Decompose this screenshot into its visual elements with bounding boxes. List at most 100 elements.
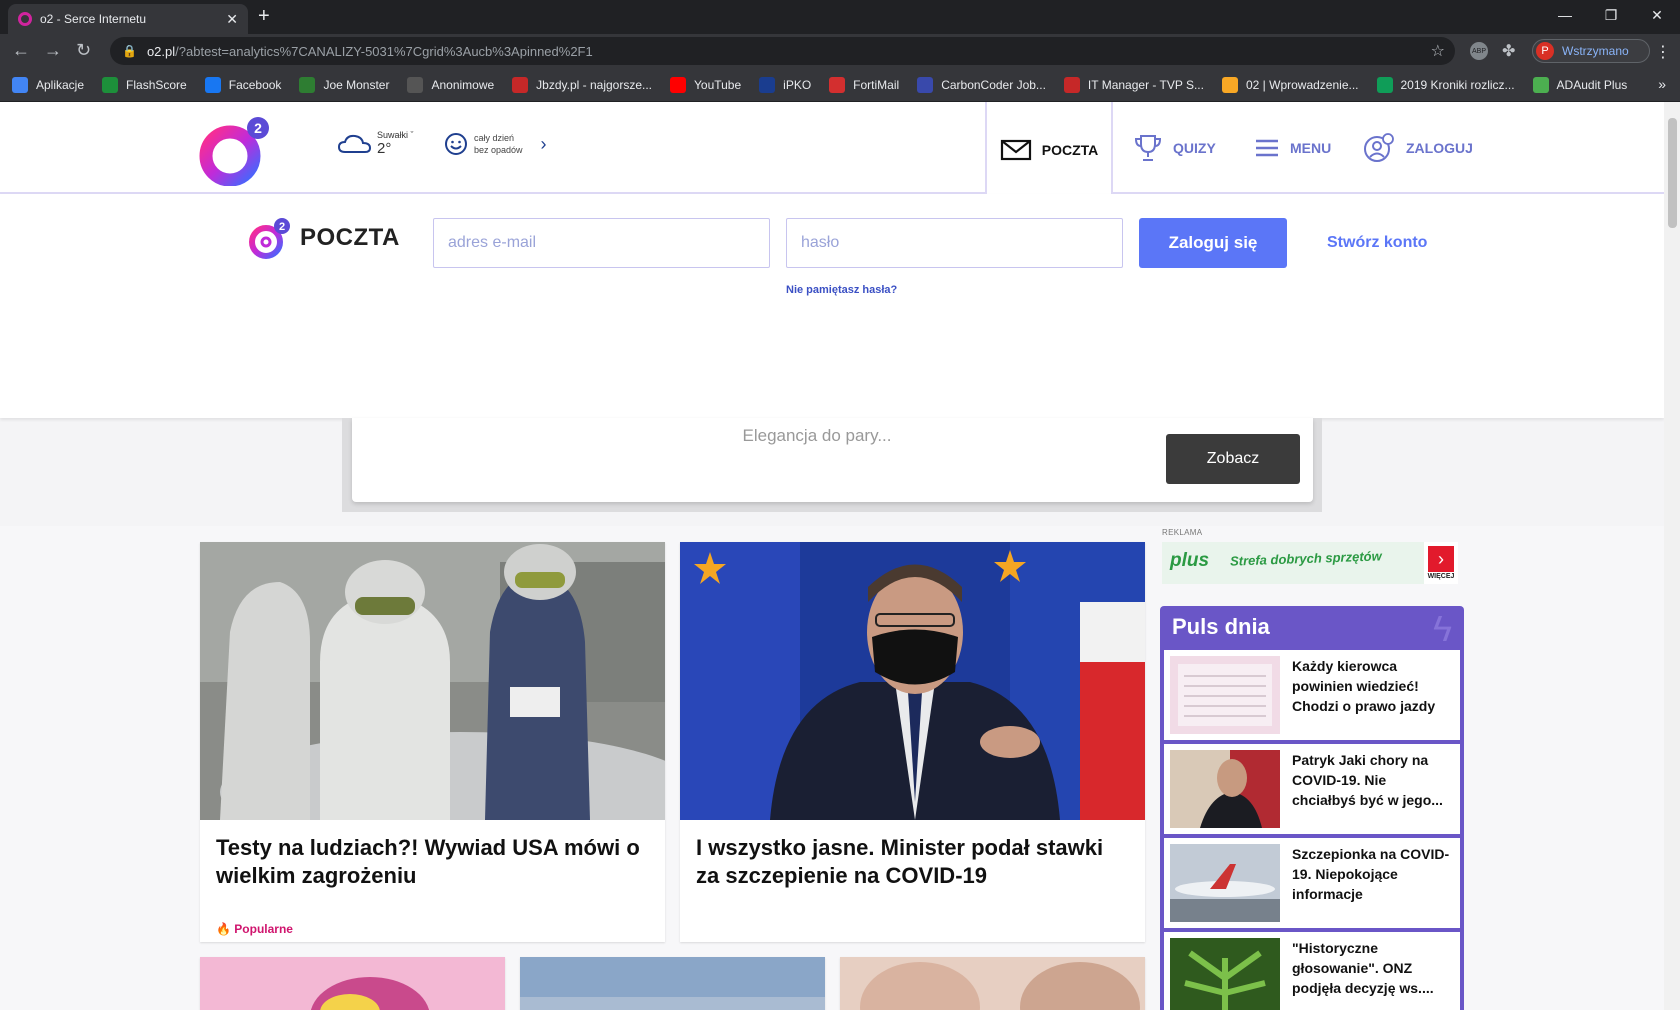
bookmark-item[interactable]: 2019 Kroniki rozlicz... xyxy=(1376,76,1515,93)
nav-menu[interactable]: MENU xyxy=(1254,102,1331,194)
scrollbar-thumb[interactable] xyxy=(1668,118,1677,228)
profile-button[interactable]: P Wstrzymano xyxy=(1532,39,1650,63)
forgot-password-link[interactable]: Nie pamiętasz hasła? xyxy=(786,284,897,296)
bookmark-star-icon[interactable]: ☆ xyxy=(1431,41,1445,61)
page-scrollbar[interactable] xyxy=(1664,102,1680,1010)
bookmark-favicon-icon xyxy=(102,76,119,93)
puls-text: Każdy kierowca powinien wiedzieć! Chodzi… xyxy=(1292,658,1436,714)
email-field[interactable] xyxy=(433,218,770,268)
bookmark-item[interactable]: Aplikacje xyxy=(12,76,85,93)
nav-quizy[interactable]: QUIZY xyxy=(1133,102,1216,194)
bookmark-favicon-icon xyxy=(12,76,28,93)
puls-title: Puls dnia xyxy=(1172,614,1270,639)
article-card[interactable] xyxy=(200,957,505,1010)
weather-temp: 2° xyxy=(377,140,392,157)
envelope-icon xyxy=(1000,139,1031,161)
bookmark-label: Facebook xyxy=(228,77,282,92)
bookmark-item[interactable]: CarbonCoder Job... xyxy=(917,76,1046,93)
extensions-puzzle-icon[interactable]: ✤ xyxy=(1502,41,1515,61)
login-button[interactable]: Zaloguj się xyxy=(1139,218,1287,268)
forecast-text: cały dzień bez opadów xyxy=(474,133,523,155)
puls-item[interactable]: Szczepionka na COVID-19. Niepokojące inf… xyxy=(1164,838,1460,928)
bookmark-favicon-icon xyxy=(1532,76,1549,93)
bookmark-favicon-icon xyxy=(512,76,529,93)
password-field[interactable] xyxy=(786,218,1123,268)
bookmark-item[interactable]: ADAudit Plus xyxy=(1532,76,1627,93)
article-card[interactable]: I wszystko jasne. Minister podał stawki … xyxy=(680,542,1145,942)
bookmark-item[interactable]: Anonimowe xyxy=(407,76,495,93)
article-card[interactable] xyxy=(520,957,825,1010)
nav-zaloguj-label: ZALOGUJ xyxy=(1406,140,1473,156)
o2-logo[interactable]: 2 xyxy=(198,114,274,186)
bookmark-item[interactable]: FortiMail xyxy=(829,76,900,93)
article-photo-minister[interactable] xyxy=(680,542,1145,820)
ad-see-button[interactable]: Zobacz xyxy=(1166,434,1300,484)
hamburger-icon xyxy=(1256,139,1278,157)
svg-text:2: 2 xyxy=(254,120,262,136)
bookmark-item[interactable]: 02 | Wprowadzenie... xyxy=(1221,76,1359,93)
ad-more-button[interactable]: › WIĘCEJ xyxy=(1424,542,1458,584)
bookmark-label: Jbzdy.pl - najgorsze... xyxy=(536,77,652,92)
puls-item[interactable]: Każdy kierowca powinien wiedzieć! Chodzi… xyxy=(1164,650,1460,740)
bookmark-item[interactable]: Facebook xyxy=(204,76,282,93)
back-icon[interactable]: ← xyxy=(12,40,30,61)
bookmark-label: Anonimowe xyxy=(431,77,495,92)
article-photo-sky[interactable] xyxy=(520,957,825,1010)
create-account-link[interactable]: Stwórz konto xyxy=(1327,234,1427,252)
bookmark-favicon-icon xyxy=(670,76,686,93)
nav-zaloguj[interactable]: ZALOGUJ xyxy=(1362,102,1473,194)
bookmark-item[interactable]: Jbzdy.pl - najgorsze... xyxy=(512,76,652,93)
bookmark-label: FortiMail xyxy=(853,77,900,92)
bookmark-favicon-icon xyxy=(1376,76,1393,93)
smiley-icon xyxy=(445,133,467,155)
bookmark-item[interactable]: iPKO xyxy=(759,76,811,93)
ad-more-label: WIĘCEJ xyxy=(1427,573,1455,580)
ad-label: REKLAMA xyxy=(1162,528,1203,537)
nav-poczta[interactable]: POCZTA xyxy=(985,102,1113,198)
forecast-widget[interactable]: cały dzień bez opadów › xyxy=(444,132,547,156)
article-photo-lab[interactable] xyxy=(200,542,665,820)
svg-text:2: 2 xyxy=(279,221,285,233)
article-photo-virus[interactable] xyxy=(200,957,505,1010)
browser-tab[interactable]: o2 - Serce Internetu ✕ xyxy=(8,4,248,34)
bookmark-label: FlashScore xyxy=(126,77,187,92)
bookmark-item[interactable]: IT Manager - TVP S... xyxy=(1063,76,1204,93)
tab-close-icon[interactable]: ✕ xyxy=(226,11,238,28)
restore-icon[interactable]: ❐ xyxy=(1588,0,1634,30)
address-bar[interactable]: 🔒 o2.pl/?abtest=analytics%7CANALIZY-5031… xyxy=(110,37,1455,65)
article-card[interactable] xyxy=(840,957,1145,1010)
chevron-down-icon[interactable]: ˇ xyxy=(411,130,414,140)
browser-menu-icon[interactable]: ⋮ xyxy=(1655,42,1671,62)
puls-thumb[interactable] xyxy=(1170,750,1280,828)
puls-item[interactable]: Patryk Jaki chory na COVID-19. Nie chcia… xyxy=(1164,744,1460,834)
bookmark-item[interactable]: Joe Monster xyxy=(299,76,389,93)
bookmark-label: 02 | Wprowadzenie... xyxy=(1245,77,1359,92)
plus-ad-banner[interactable]: plus Strefa dobrych sprzętów › WIĘCEJ xyxy=(1162,542,1458,584)
plus-ad-text: Strefa dobrych sprzętów xyxy=(1229,548,1382,569)
forward-icon[interactable]: → xyxy=(44,40,62,61)
puls-thumb[interactable] xyxy=(1170,844,1280,922)
window-close-icon[interactable]: ✕ xyxy=(1634,0,1680,30)
bookmarks-overflow-icon[interactable]: » xyxy=(1658,76,1666,92)
puls-thumb[interactable] xyxy=(1170,656,1280,734)
ad-strip: Elegancja do pary... Zobacz xyxy=(342,418,1322,512)
new-tab-icon[interactable]: + xyxy=(258,5,270,28)
trophy-icon xyxy=(1134,135,1162,161)
ad-box[interactable]: Elegancja do pary... Zobacz xyxy=(352,418,1313,502)
chevron-right-icon[interactable]: › xyxy=(541,134,547,155)
poczta-logo: 2 POCZTA xyxy=(248,216,400,260)
reload-icon[interactable]: ↻ xyxy=(76,40,91,61)
puls-thumb[interactable] xyxy=(1170,938,1280,1010)
weather-widget[interactable]: Suwałki ˇ 2° xyxy=(337,130,414,157)
bookmark-label: Aplikacje xyxy=(36,77,85,92)
article-photo-faces[interactable] xyxy=(840,957,1145,1010)
adblock-extension-icon[interactable]: ABP xyxy=(1470,42,1488,60)
minimize-icon[interactable]: — xyxy=(1542,0,1588,30)
article-headline[interactable]: I wszystko jasne. Minister podał stawki … xyxy=(696,834,1129,890)
puls-item[interactable]: "Historyczne głosowanie". ONZ podjęła de… xyxy=(1164,932,1460,1010)
site-header: 2 Suwałki ˇ 2° cały dzień bez opadów › P… xyxy=(0,102,1664,198)
bookmark-item[interactable]: FlashScore xyxy=(102,76,187,93)
article-headline[interactable]: Testy na ludziach?! Wywiad USA mówi o wi… xyxy=(216,834,649,890)
bookmark-item[interactable]: YouTube xyxy=(670,76,741,93)
article-card[interactable]: Testy na ludziach?! Wywiad USA mówi o wi… xyxy=(200,542,665,942)
